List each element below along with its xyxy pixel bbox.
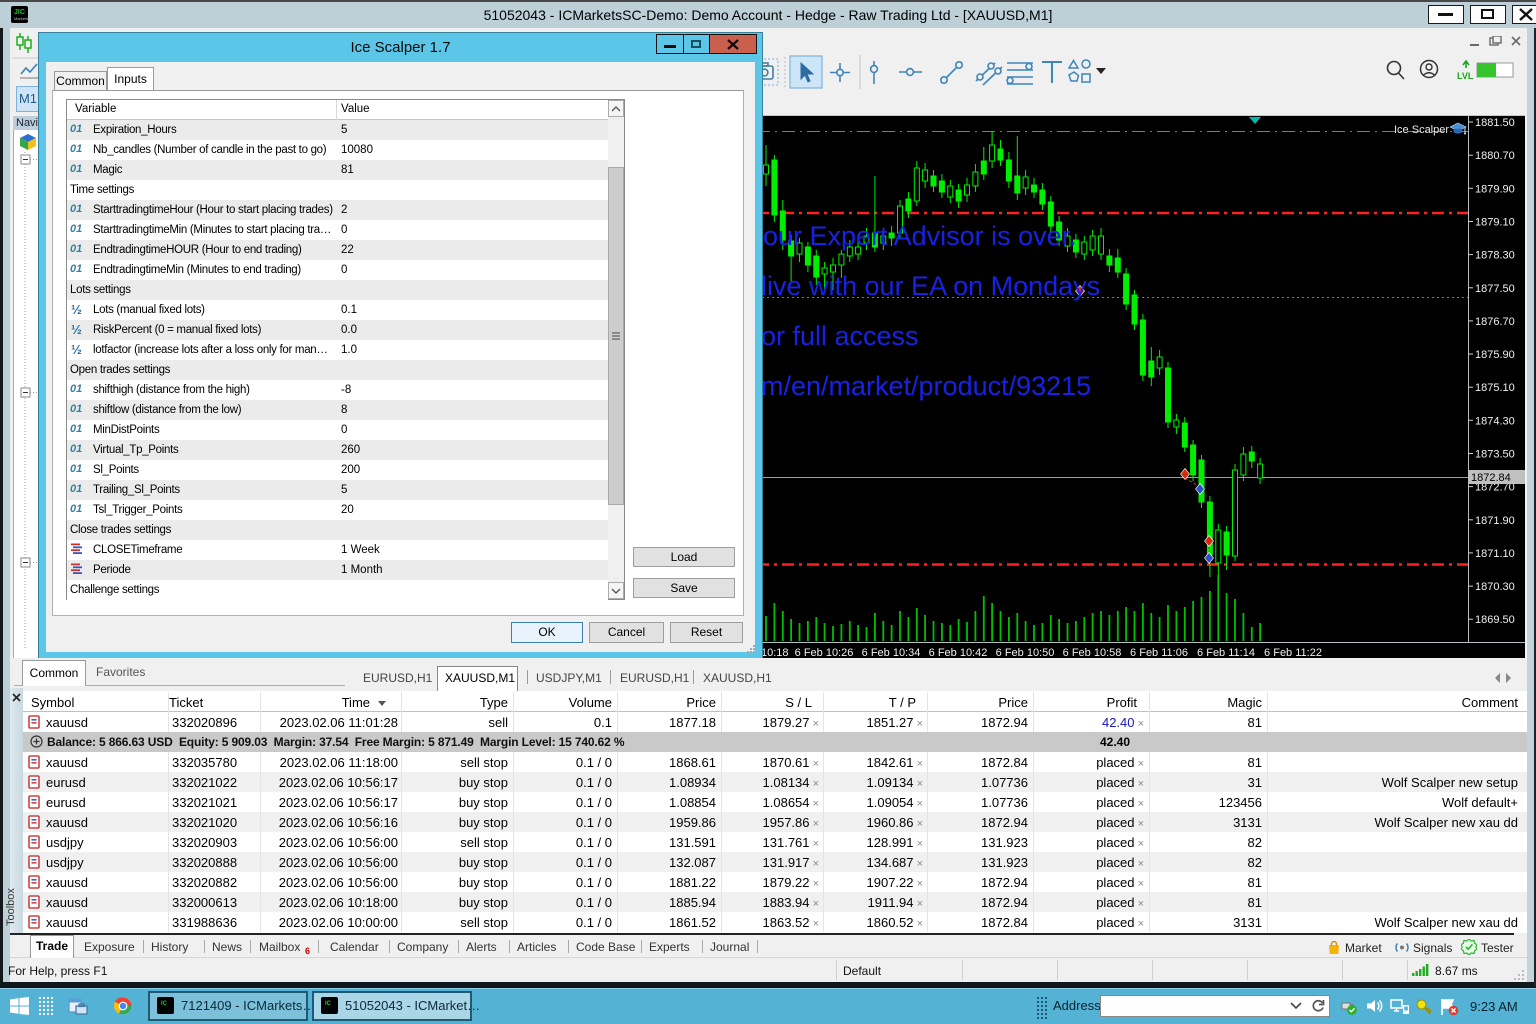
svg-text:1875.90: 1875.90 bbox=[1475, 349, 1515, 361]
svg-text:1869.50: 1869.50 bbox=[1475, 614, 1515, 626]
svg-text:Ice Scalper: Ice Scalper bbox=[1394, 124, 1449, 136]
svg-text:1877.50: 1877.50 bbox=[1475, 283, 1515, 295]
svg-text:1879.10: 1879.10 bbox=[1475, 217, 1515, 229]
svg-text:1881.50: 1881.50 bbox=[1475, 117, 1515, 129]
svg-text:m/en/market/product/93215: m/en/market/product/93215 bbox=[761, 371, 1091, 401]
svg-text:1880.70: 1880.70 bbox=[1475, 150, 1515, 162]
svg-text:1871.10: 1871.10 bbox=[1475, 548, 1515, 560]
svg-text:1878.30: 1878.30 bbox=[1475, 250, 1515, 262]
svg-text:LVL: LVL bbox=[1457, 71, 1474, 81]
svg-text:1871.90: 1871.90 bbox=[1475, 515, 1515, 527]
svg-text:live with our EA on Mondays: live with our EA on Mondays bbox=[761, 271, 1100, 301]
svg-text:our Expert Advisor is over.: our Expert Advisor is over. bbox=[763, 221, 1077, 251]
svg-text:1879.90: 1879.90 bbox=[1475, 183, 1515, 195]
svg-text:1875.10: 1875.10 bbox=[1475, 382, 1515, 394]
svg-text:1873.50: 1873.50 bbox=[1475, 449, 1515, 461]
svg-text:1876.70: 1876.70 bbox=[1475, 316, 1515, 328]
svg-text:1870.30: 1870.30 bbox=[1475, 581, 1515, 593]
svg-text:1874.30: 1874.30 bbox=[1475, 415, 1515, 427]
svg-text:or full access: or full access bbox=[761, 321, 919, 351]
svg-text:1872.84: 1872.84 bbox=[1471, 472, 1511, 484]
